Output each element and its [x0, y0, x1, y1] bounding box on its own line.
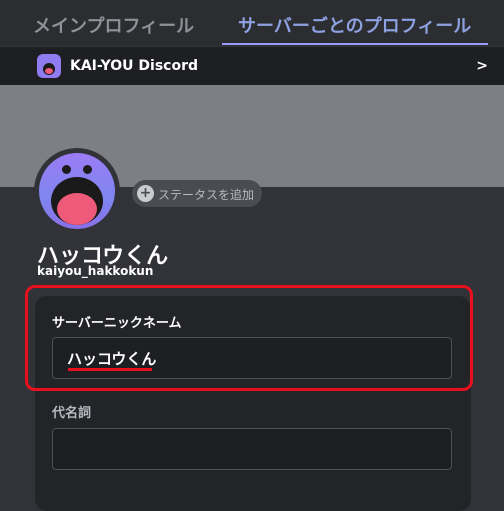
- server-name: KAI-YOU Discord: [70, 58, 199, 74]
- avatar-image: [39, 153, 115, 229]
- pronouns-label: 代名詞: [52, 406, 92, 421]
- add-status-label: ステータスを追加: [158, 188, 255, 202]
- nickname-label: サーバーニックネーム: [52, 316, 182, 331]
- active-tab-indicator: [222, 43, 488, 45]
- username: kaiyou_hakkokun: [37, 264, 154, 278]
- server-icon: [37, 54, 61, 78]
- nickname-underline-annotation: [68, 368, 152, 371]
- chevron-right-icon[interactable]: >: [476, 58, 488, 74]
- profile-tabs: メインプロフィール サーバーごとのプロフィール: [0, 0, 504, 46]
- nickname-input[interactable]: [52, 337, 452, 379]
- plus-icon: +: [137, 185, 154, 202]
- tab-main-profile[interactable]: メインプロフィール: [33, 12, 194, 38]
- add-status-button[interactable]: + ステータスを追加: [132, 180, 262, 207]
- avatar[interactable]: [34, 148, 120, 234]
- server-selector[interactable]: KAI-YOU Discord >: [0, 47, 504, 85]
- tab-server-profile[interactable]: サーバーごとのプロフィール: [238, 12, 471, 38]
- pronouns-input[interactable]: [52, 428, 452, 470]
